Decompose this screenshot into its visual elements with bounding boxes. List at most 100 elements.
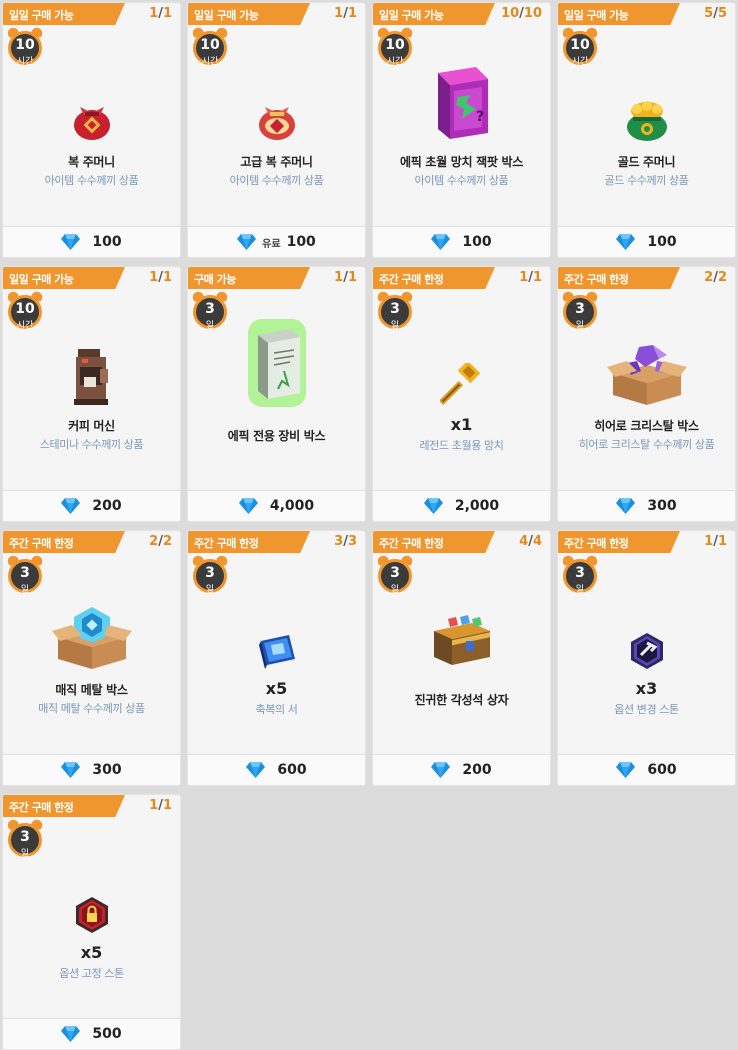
diamond-icon [616,498,636,514]
timer-unit: 시간 [16,321,34,331]
diamond-icon [246,762,266,778]
timer-unit: 시간 [16,57,34,67]
purchase-limit-label: 주간 구매 한정 [9,537,74,550]
item-quantity: x5 [80,943,103,962]
buy-button[interactable]: 600 [188,754,365,785]
timer-unit: 일 [20,849,30,859]
timer-unit: 시간 [386,57,404,67]
shop-card-gold-pouch[interactable]: 일일 구매 가능 5/5 10 시간 골드 주머니 골드 수수께끼 상품 100 [557,2,736,258]
purchase-limit-label: 일일 구매 가능 [194,9,259,22]
timer-value: 3 [390,301,400,317]
epic-equipment-box-icon [227,311,327,411]
diamond-icon [61,234,81,250]
timer-unit: 시간 [201,57,219,67]
price-value: 600 [647,762,677,778]
price-value: 100 [92,234,122,250]
buy-button[interactable]: 100 [373,226,550,257]
alarm-clock-icon: 3일 [190,553,230,597]
shop-card-hero-crystal-box[interactable]: 주간 구매 한정 2/2 3일 히어로 크리스탈 박스 히어로 크리스탈 수수께… [557,266,736,522]
timer-value: 3 [390,565,400,581]
item-name: 에픽 초월 망치 잭팟 박스 [400,155,523,169]
purchase-limit-label: 주간 구매 한정 [379,537,444,550]
shop-card-premium-lucky-pouch[interactable]: 일일 구매 가능 1/1 10 시간 고급 복 주머니 아이템 수수께끼 상품 유… [187,2,366,258]
shop-card-lucky-pouch[interactable]: 일일 구매 가능 1/1 10 시간 복 주머니 아이템 수수께끼 상품 100 [2,2,181,258]
shop-card-option-lock-stone[interactable]: 주간 구매 한정 1/1 3일 x5 옵션 고정 스톤 500 [2,794,181,1050]
timer-unit: 일 [205,321,215,331]
item-description: 아이템 수수께끼 상품 [229,174,324,187]
legendary-hammer-icon [412,317,512,407]
alarm-clock-icon: 10 시간 [5,289,45,333]
alarm-clock-icon: 10 시간 [560,25,600,69]
buy-button[interactable]: 200 [373,754,550,785]
timer-value: 10 [385,37,405,53]
shop-card-epic-equipment-box[interactable]: 구매 가능 1/1 3일 에픽 전용 장비 박스 4,000 [187,266,366,522]
diamond-icon [616,762,636,778]
item-description: 축복의 서 [255,703,298,716]
buy-button[interactable]: 4,000 [188,490,365,521]
buy-button[interactable]: 300 [558,490,735,521]
item-name: 골드 주머니 [617,155,676,169]
purchase-limit-label: 일일 구매 가능 [564,9,629,22]
buy-button[interactable]: 200 [3,490,180,521]
purchase-count: 1/1 [519,270,542,285]
alarm-clock-icon: 3일 [5,817,45,861]
timer-value: 3 [20,565,30,581]
timer-unit: 일 [390,585,400,595]
item-quantity: x5 [265,679,288,698]
diamond-icon [238,498,258,514]
diamond-icon [61,1026,81,1042]
timer-unit: 일 [575,321,585,331]
purchase-count: 1/1 [149,270,172,285]
price-value: 100 [462,234,492,250]
item-quantity: x1 [450,415,473,434]
purchase-count: 1/1 [704,534,727,549]
timer-value: 10 [570,37,590,53]
shop-card-legendary-hammer[interactable]: 주간 구매 한정 1/1 3일 x1 레전드 초월용 망치 2,000 [372,266,551,522]
timer-unit: 일 [205,585,215,595]
purchase-limit-label: 구매 가능 [194,273,236,286]
price-value: 600 [277,762,307,778]
diamond-icon [616,234,636,250]
shop-card-blessing-book[interactable]: 주간 구매 한정 3/3 3일 x5 축복의 서 600 [187,530,366,786]
shop-card-coffee-machine[interactable]: 일일 구매 가능 1/1 10 시간 커피 머신 스테미나 수수께끼 상품 200 [2,266,181,522]
diamond-icon [431,234,451,250]
buy-button[interactable]: 600 [558,754,735,785]
shop-card-magic-metal-box[interactable]: 주간 구매 한정 2/2 3일 매직 메탈 박스 매직 메탈 수수께끼 상품 3… [2,530,181,786]
alarm-clock-icon: 10 시간 [375,25,415,69]
awakening-stone-chest-icon [412,581,512,671]
timer-value: 3 [20,829,30,845]
timer-value: 10 [200,37,220,53]
alarm-clock-icon: 3일 [375,289,415,333]
buy-button[interactable]: 2,000 [373,490,550,521]
purchase-count: 1/1 [149,798,172,813]
item-description: 히어로 크리스탈 수수께끼 상품 [578,438,715,451]
buy-button[interactable]: 유료 100 [188,226,365,257]
item-name: 매직 메탈 박스 [55,683,128,697]
diamond-icon [431,762,451,778]
purchase-limit-label: 주간 구매 한정 [379,273,444,286]
shop-card-option-change-stone[interactable]: 주간 구매 한정 1/1 3일 x3 옵션 변경 스톤 600 [557,530,736,786]
shop-card-epic-hammer-box[interactable]: 일일 구매 가능 10/10 10 시간 ? 에픽 초월 망치 잭팟 박스 아이템… [372,2,551,258]
purchase-count: 10/10 [501,6,542,21]
timer-unit: 일 [390,321,400,331]
purchase-count: 2/2 [149,534,172,549]
item-name: 에픽 전용 장비 박스 [227,429,326,443]
timer-value: 3 [205,565,215,581]
price-value: 2,000 [454,498,500,514]
buy-button[interactable]: 100 [558,226,735,257]
price-value: 100 [286,234,316,250]
buy-button[interactable]: 100 [3,226,180,257]
epic-hammer-random-box-icon: ? [412,53,512,143]
item-description: 옵션 고정 스톤 [59,967,124,980]
diamond-icon [61,498,81,514]
purchase-count: 1/1 [334,6,357,21]
item-description: 스테미나 수수께끼 상품 [39,438,144,451]
svg-text:?: ? [476,109,484,125]
buy-button[interactable]: 500 [3,1018,180,1049]
buy-button[interactable]: 300 [3,754,180,785]
purchase-limit-label: 주간 구매 한정 [9,801,74,814]
item-name: 히어로 크리스탈 박스 [594,419,699,433]
shop-card-awakening-stone-chest[interactable]: 주간 구매 한정 4/4 3일 진귀한 각성석 상자 200 [372,530,551,786]
coffee-machine-icon [42,317,142,407]
timer-unit: 일 [575,585,585,595]
